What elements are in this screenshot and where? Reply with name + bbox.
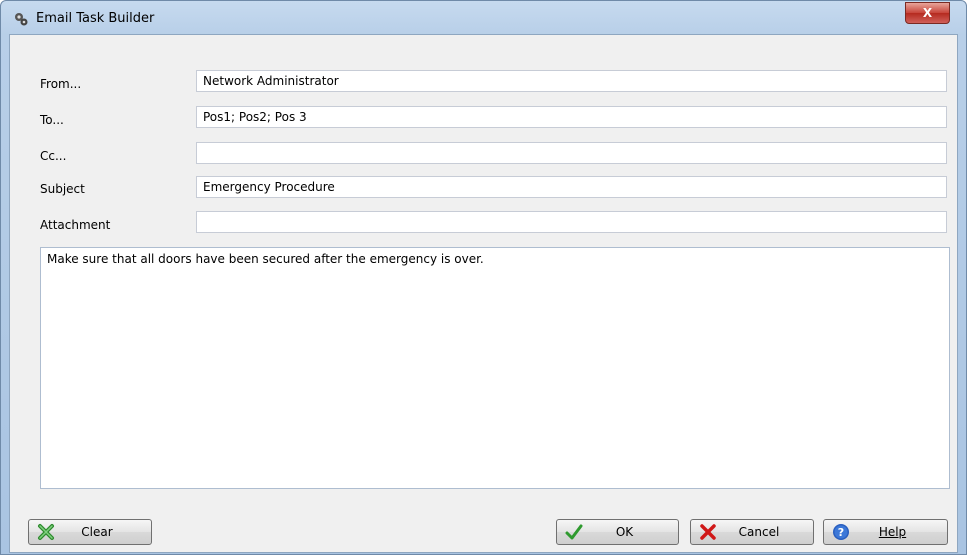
- help-button-label: Help: [878, 525, 907, 539]
- subject-label: Subject: [40, 182, 85, 196]
- title-bar[interactable]: Email Task Builder X: [1, 1, 966, 35]
- cancel-button-label: Cancel: [738, 525, 780, 539]
- to-value: Pos1; Pos2; Pos 3: [203, 110, 307, 124]
- close-button[interactable]: X: [905, 2, 950, 24]
- from-value: Network Administrator: [203, 74, 339, 88]
- clear-button[interactable]: Clear: [28, 519, 152, 545]
- cc-field[interactable]: [196, 142, 947, 164]
- message-body-text: Make sure that all doors have been secur…: [47, 252, 484, 266]
- form-area: From... Network Administrator To... Pos1…: [9, 34, 958, 514]
- from-field[interactable]: Network Administrator: [196, 70, 947, 92]
- ok-button-label: OK: [615, 525, 634, 539]
- subject-value: Emergency Procedure: [203, 180, 335, 194]
- close-icon: X: [922, 6, 933, 20]
- attachment-label: Attachment: [40, 218, 111, 232]
- button-bar: Clear OK Cancel ? Help: [9, 512, 958, 553]
- to-label[interactable]: To...: [40, 113, 64, 127]
- gear-icon: [15, 13, 28, 26]
- email-task-builder-window: Email Task Builder X From... Network Adm…: [0, 0, 967, 555]
- from-label[interactable]: From...: [40, 77, 81, 91]
- cancel-button[interactable]: Cancel: [690, 519, 814, 545]
- window-title: Email Task Builder: [36, 11, 155, 26]
- ok-button[interactable]: OK: [556, 519, 679, 545]
- subject-field[interactable]: Emergency Procedure: [196, 176, 947, 198]
- attachment-field[interactable]: [196, 211, 947, 233]
- to-field[interactable]: Pos1; Pos2; Pos 3: [196, 106, 947, 128]
- message-body-textarea[interactable]: Make sure that all doors have been secur…: [40, 247, 950, 489]
- help-button[interactable]: ? Help: [823, 519, 948, 545]
- clear-button-label: Clear: [81, 525, 113, 539]
- cc-label[interactable]: Cc...: [40, 149, 66, 163]
